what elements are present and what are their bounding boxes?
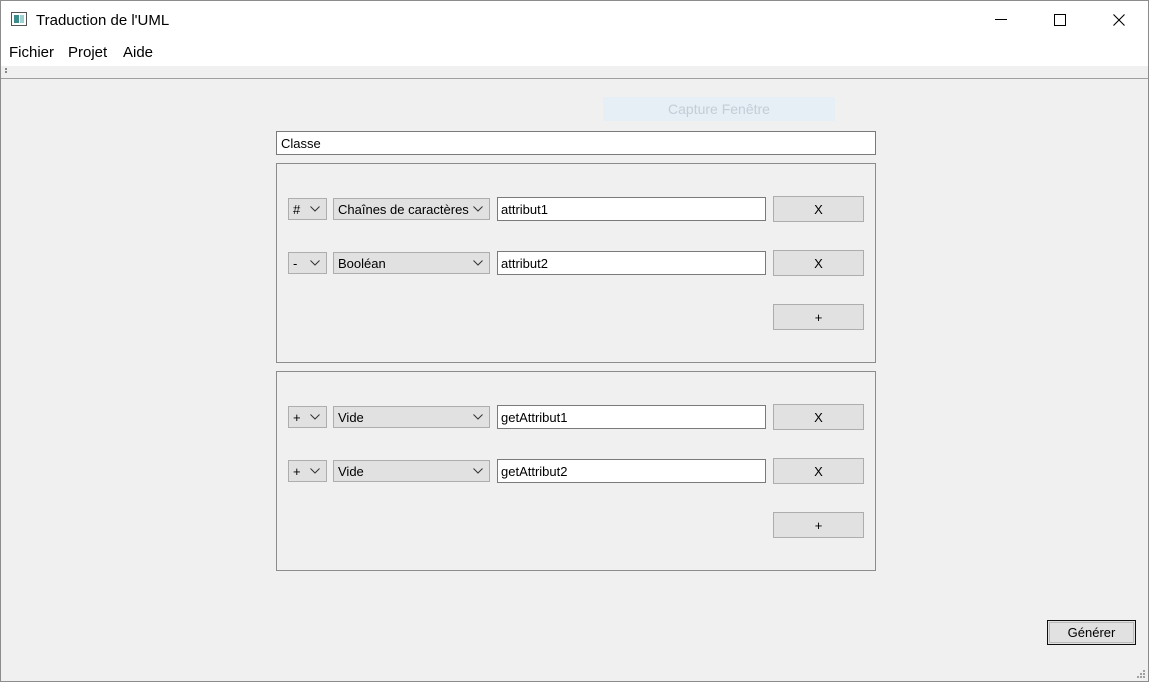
window-title: Traduction de l'UML [36,12,170,29]
chevron-down-icon [310,414,320,420]
methods-group: + Vide X + Vide X + [276,371,876,571]
delete-method-button-1[interactable]: X [773,404,864,430]
menu-bar: Fichier Projet Aide [1,39,1148,66]
method-type-select-1[interactable]: Vide [333,406,490,428]
attribute-type-select-2[interactable]: Booléan [333,252,490,274]
generate-button[interactable]: Générer [1047,620,1136,645]
chevron-down-icon [473,468,483,474]
minimize-icon [995,19,1007,20]
delete-attribute-button-1[interactable]: X [773,196,864,222]
delete-attribute-button-2[interactable]: X [773,250,864,276]
attribute-name-input-1[interactable] [497,197,766,221]
main-window: Traduction de l'UML Fichier Projet Aide … [0,0,1149,682]
chevron-down-icon [473,414,483,420]
attribute-visibility-select-2[interactable]: - [288,252,327,274]
chevron-down-icon [473,206,483,212]
close-button[interactable] [1090,1,1148,39]
add-attribute-button[interactable]: + [773,304,864,330]
menu-fichier[interactable]: Fichier [9,44,54,61]
attributes-group: # Chaînes de caractères X - Booléan X + [276,163,876,363]
resize-grip-icon[interactable] [1136,669,1145,678]
method-name-input-1[interactable] [497,405,766,429]
maximize-icon [1054,14,1066,26]
toolbar [1,66,1148,79]
title-bar[interactable]: Traduction de l'UML [1,1,1148,39]
toolbar-grip-icon[interactable] [5,68,7,75]
chevron-down-icon [310,260,320,266]
minimize-button[interactable] [972,1,1030,39]
maximize-button[interactable] [1031,1,1089,39]
close-icon [1113,14,1125,26]
method-type-select-2[interactable]: Vide [333,460,490,482]
class-name-input[interactable] [276,131,876,155]
capture-overlay: Capture Fenêtre [603,97,835,121]
method-name-input-2[interactable] [497,459,766,483]
add-method-button[interactable]: + [773,512,864,538]
attribute-type-select-1[interactable]: Chaînes de caractères [333,198,490,220]
delete-method-button-2[interactable]: X [773,458,864,484]
menu-projet[interactable]: Projet [68,44,107,61]
chevron-down-icon [310,206,320,212]
method-visibility-select-1[interactable]: + [288,406,327,428]
chevron-down-icon [473,260,483,266]
method-visibility-select-2[interactable]: + [288,460,327,482]
chevron-down-icon [310,468,320,474]
menu-aide[interactable]: Aide [123,44,153,61]
attribute-visibility-select-1[interactable]: # [288,198,327,220]
app-icon [11,12,27,26]
attribute-name-input-2[interactable] [497,251,766,275]
